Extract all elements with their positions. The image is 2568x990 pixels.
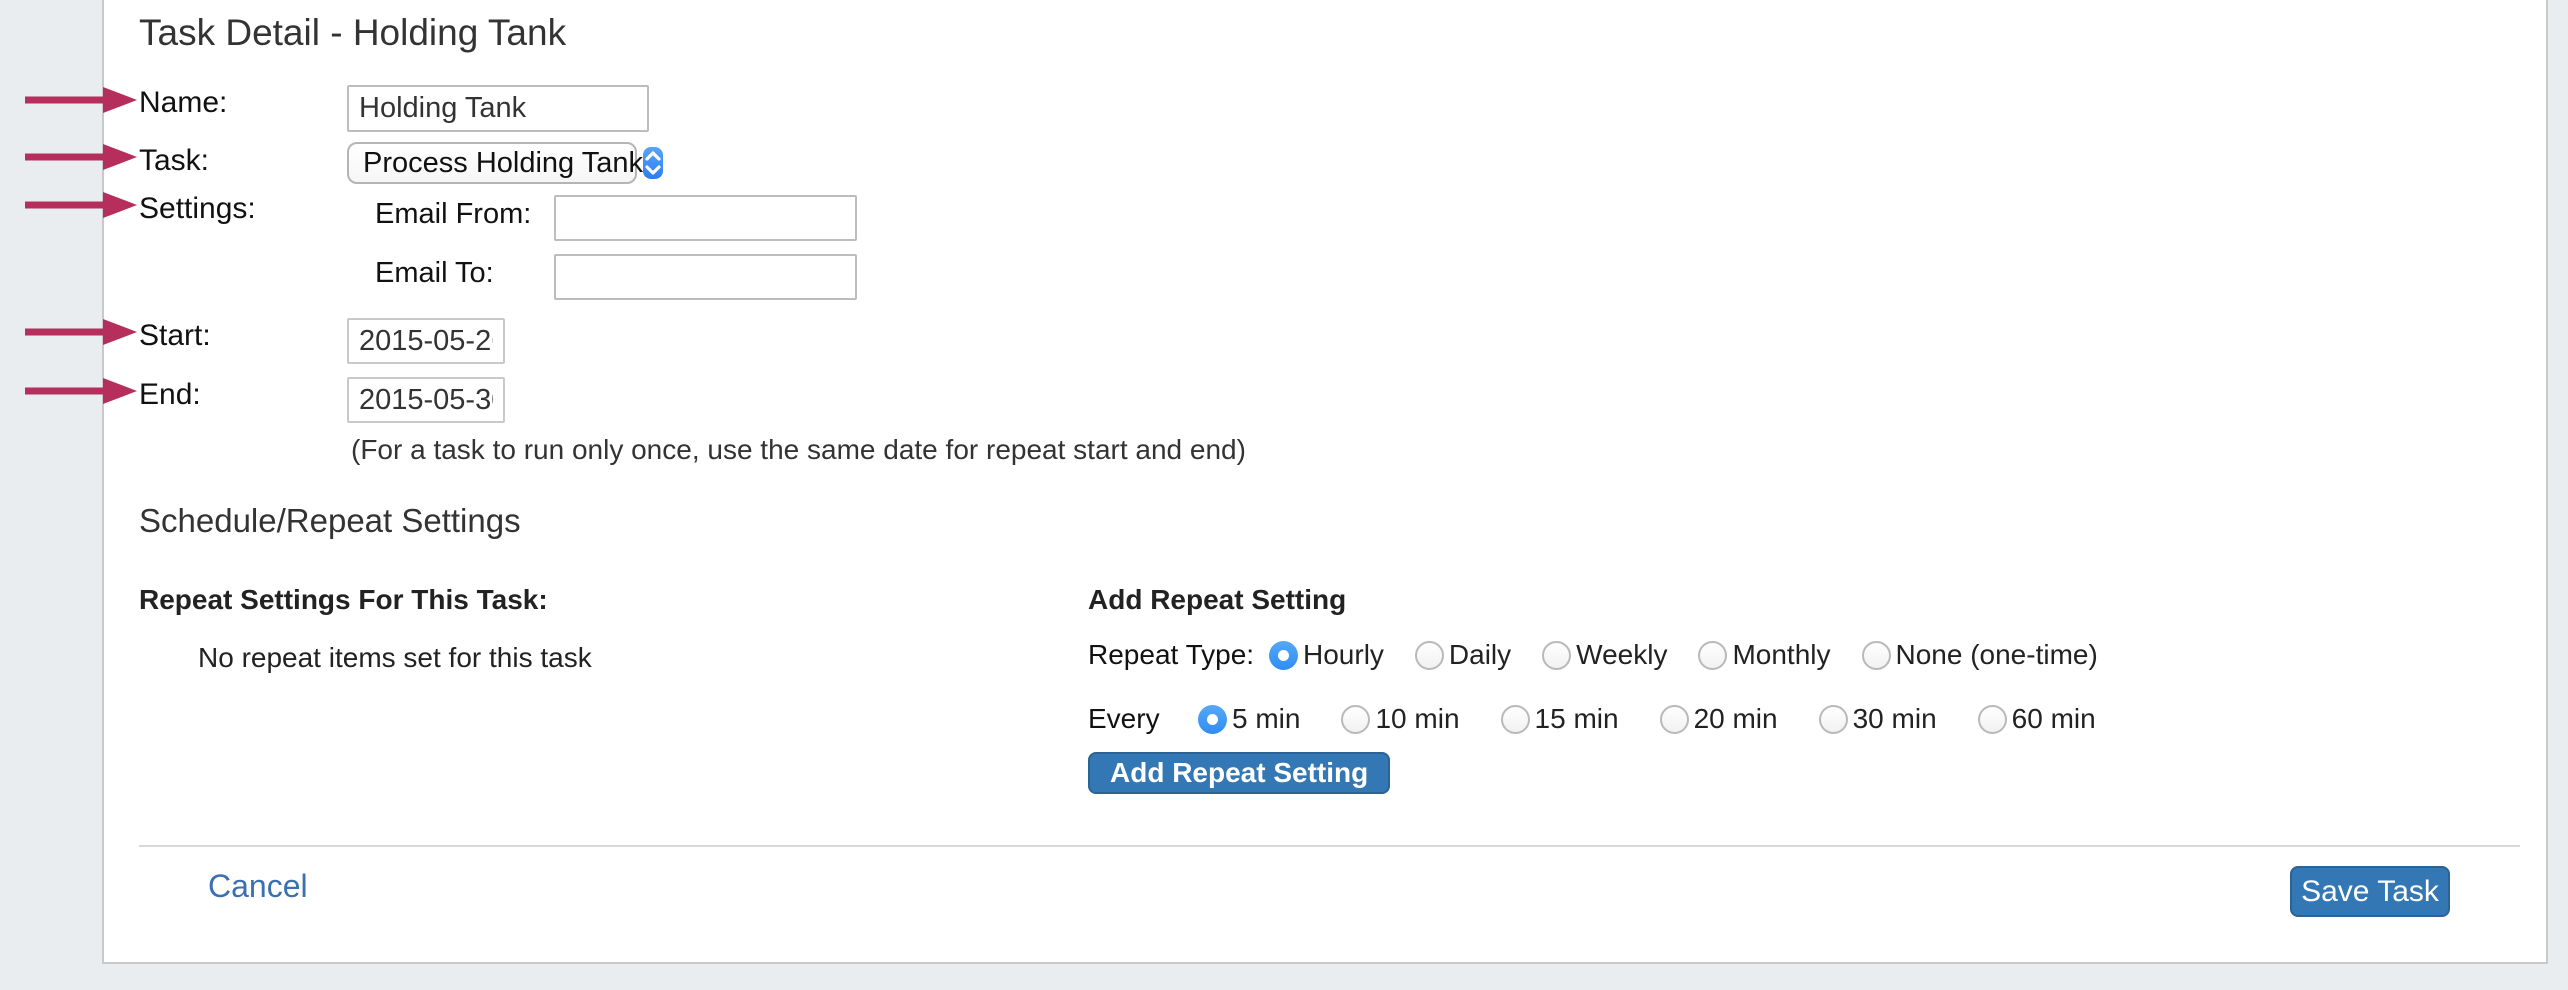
schedule-section-heading: Schedule/Repeat Settings [139, 502, 521, 540]
repeat-type-label: Repeat Type: [1088, 639, 1269, 671]
radio-option-label: 60 min [2012, 703, 2096, 735]
radio-unselected-icon[interactable] [1501, 705, 1530, 734]
arrow-annotation-end [25, 377, 137, 405]
radio-option-label: 15 min [1535, 703, 1619, 735]
task-detail-panel: Task Detail - Holding Tank Name: Task: P… [102, 0, 2548, 964]
add-repeat-setting-button[interactable]: Add Repeat Setting [1088, 752, 1390, 794]
radio-option-5-min[interactable]: 5 min [1198, 703, 1300, 735]
radio-selected-icon[interactable] [1269, 641, 1298, 670]
task-select[interactable]: Process Holding Tank [347, 142, 637, 184]
radio-option-label: Hourly [1303, 639, 1384, 671]
save-task-button[interactable]: Save Task [2290, 866, 2450, 917]
radio-option-none-one-time[interactable]: None (one-time) [1862, 639, 2098, 671]
radio-selected-icon[interactable] [1198, 705, 1227, 734]
task-select-value: Process Holding Tank [349, 147, 643, 180]
radio-option-label: 20 min [1694, 703, 1778, 735]
end-date-input[interactable] [347, 377, 505, 423]
footer-divider [139, 845, 2520, 847]
repeat-type-options: Hourly Daily Weekly Monthly None (one-time) [1269, 639, 2129, 671]
every-row: Every 5 min 10 min 15 min 20 min 30 min 60 mi… [1088, 702, 2137, 736]
radio-option-label: Weekly [1576, 639, 1667, 671]
email-from-input[interactable] [554, 195, 857, 241]
radio-option-monthly[interactable]: Monthly [1698, 639, 1830, 671]
page-title: Task Detail - Holding Tank [139, 12, 566, 54]
every-label: Every [1088, 703, 1198, 735]
radio-option-20-min[interactable]: 20 min [1660, 703, 1778, 735]
radio-option-30-min[interactable]: 30 min [1819, 703, 1937, 735]
radio-unselected-icon[interactable] [1660, 705, 1689, 734]
radio-option-weekly[interactable]: Weekly [1542, 639, 1667, 671]
repeat-list-empty-message: No repeat items set for this task [198, 642, 592, 674]
radio-option-daily[interactable]: Daily [1415, 639, 1511, 671]
email-to-label: Email To: [375, 257, 494, 290]
radio-unselected-icon[interactable] [1415, 641, 1444, 670]
task-label: Task: [139, 144, 209, 178]
interval-options: 5 min 10 min 15 min 20 min 30 min 60 min [1198, 703, 2137, 735]
name-label: Name: [139, 86, 227, 120]
radio-option-label: Daily [1449, 639, 1511, 671]
radio-option-10-min[interactable]: 10 min [1341, 703, 1459, 735]
start-label: Start: [139, 319, 211, 353]
email-from-label: Email From: [375, 198, 531, 231]
arrow-annotation-name [25, 86, 137, 114]
settings-label: Settings: [139, 192, 256, 226]
select-chevrons-icon [643, 147, 663, 179]
radio-option-60-min[interactable]: 60 min [1978, 703, 2096, 735]
arrow-annotation-task [25, 143, 137, 171]
radio-option-15-min[interactable]: 15 min [1501, 703, 1619, 735]
radio-unselected-icon[interactable] [1698, 641, 1727, 670]
radio-option-label: Monthly [1732, 639, 1830, 671]
radio-unselected-icon[interactable] [1542, 641, 1571, 670]
radio-option-label: 10 min [1375, 703, 1459, 735]
arrow-annotation-start [25, 318, 137, 346]
email-to-input[interactable] [554, 254, 857, 300]
radio-unselected-icon[interactable] [1341, 705, 1370, 734]
radio-option-label: 30 min [1853, 703, 1937, 735]
radio-unselected-icon[interactable] [1978, 705, 2007, 734]
cancel-link[interactable]: Cancel [208, 868, 308, 905]
arrow-annotation-settings [25, 191, 137, 219]
radio-unselected-icon[interactable] [1862, 641, 1891, 670]
radio-option-hourly[interactable]: Hourly [1269, 639, 1384, 671]
radio-option-label: None (one-time) [1896, 639, 2098, 671]
repeat-list-heading: Repeat Settings For This Task: [139, 584, 548, 616]
radio-option-label: 5 min [1232, 703, 1300, 735]
repeat-type-row: Repeat Type: Hourly Daily Weekly Monthly Non… [1088, 638, 2129, 672]
name-input[interactable] [347, 85, 649, 132]
end-label: End: [139, 378, 201, 412]
radio-unselected-icon[interactable] [1819, 705, 1848, 734]
add-repeat-heading: Add Repeat Setting [1088, 584, 1346, 616]
date-help-note: (For a task to run only once, use the sa… [351, 434, 1246, 466]
start-date-input[interactable] [347, 318, 505, 364]
